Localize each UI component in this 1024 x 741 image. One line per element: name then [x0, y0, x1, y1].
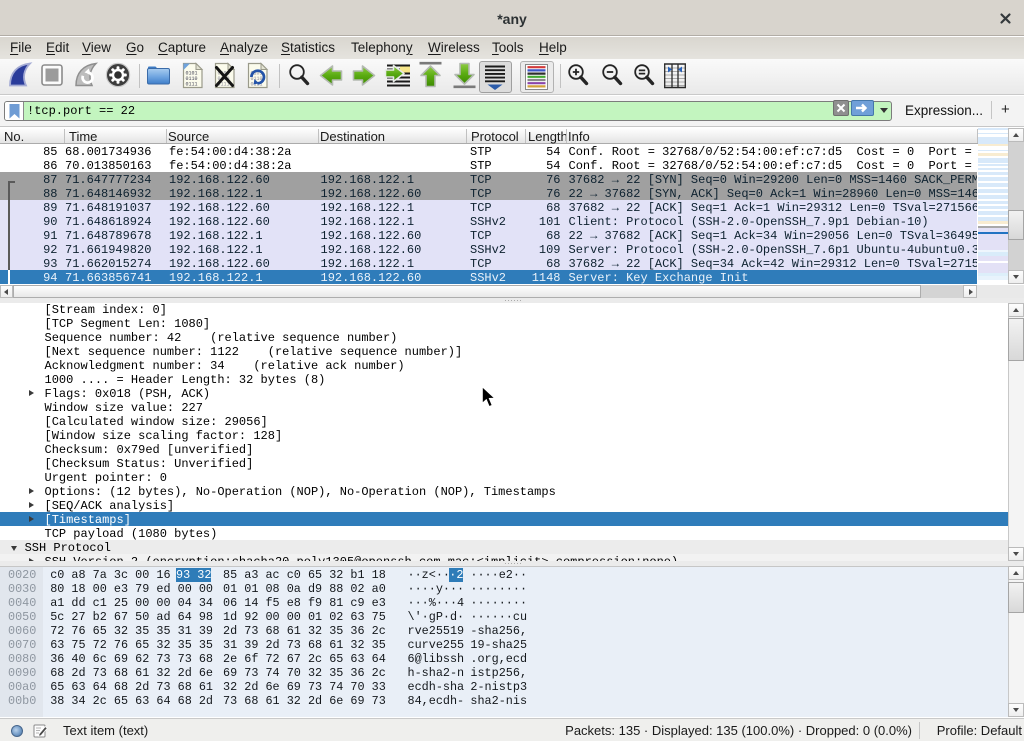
svg-text:0111: 0111: [186, 82, 198, 88]
